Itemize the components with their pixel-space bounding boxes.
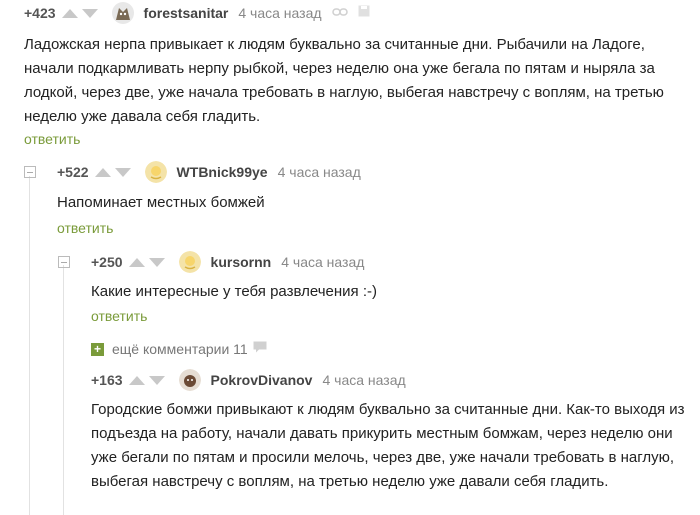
reply-link[interactable]: ответить [57,220,113,236]
avatar[interactable] [144,161,167,183]
comment-text: Напоминает местных бомжей [57,194,265,211]
reply-link[interactable]: ответить [24,131,80,147]
save-icon[interactable] [358,4,370,22]
upvote-icon[interactable] [61,8,78,18]
comment-header: +423 forestsanitar 4 часа назад [24,1,370,25]
upvote-icon[interactable] [128,257,145,267]
avatar[interactable] [178,251,201,273]
avatar[interactable] [178,369,201,391]
avatar[interactable] [111,2,134,24]
comment-text: Городские бомжи привыкают к людям буквал… [91,401,685,490]
plus-icon: + [91,342,104,356]
collapse-toggle[interactable] [24,166,36,178]
comment-text: Ладожская нерпа привыкает к людям буквал… [24,36,664,125]
comment-bubble-icon [253,340,267,358]
downvote-icon[interactable] [81,8,98,18]
timestamp[interactable]: 4 часа назад [278,164,361,180]
reply-link[interactable]: ответить [91,308,147,324]
comment-header: +522 WTBnick99ye 4 часа назад [57,160,361,184]
username[interactable]: kursornn [211,254,272,270]
downvote-icon[interactable] [148,375,165,385]
downvote-icon[interactable] [148,257,165,267]
timestamp[interactable]: 4 часа назад [281,254,364,270]
thread-line-2 [63,265,64,515]
timestamp[interactable]: 4 часа назад [238,5,321,21]
link-icon[interactable] [331,4,348,22]
collapse-toggle[interactable] [58,256,70,268]
rating: +423 [24,5,56,21]
rating: +522 [57,164,89,180]
upvote-icon[interactable] [128,375,145,385]
username[interactable]: PokrovDivanov [211,372,313,388]
rating: +163 [91,372,123,388]
more-comments-label: ещё комментарии 11 [112,341,248,357]
comment-header: +250 kursornn 4 часа назад [91,250,364,274]
upvote-icon[interactable] [94,167,111,177]
timestamp[interactable]: 4 часа назад [322,372,405,388]
rating: +250 [91,254,123,270]
thread-line-1 [29,176,30,515]
comment-text: Какие интересные у тебя развлечения :-) [91,283,377,300]
username[interactable]: forestsanitar [144,5,229,21]
more-comments[interactable]: + ещё комментарии 11 [91,340,267,358]
downvote-icon[interactable] [114,167,131,177]
comment-header: +163 PokrovDivanov 4 часа назад [91,368,406,392]
username[interactable]: WTBnick99ye [177,164,268,180]
